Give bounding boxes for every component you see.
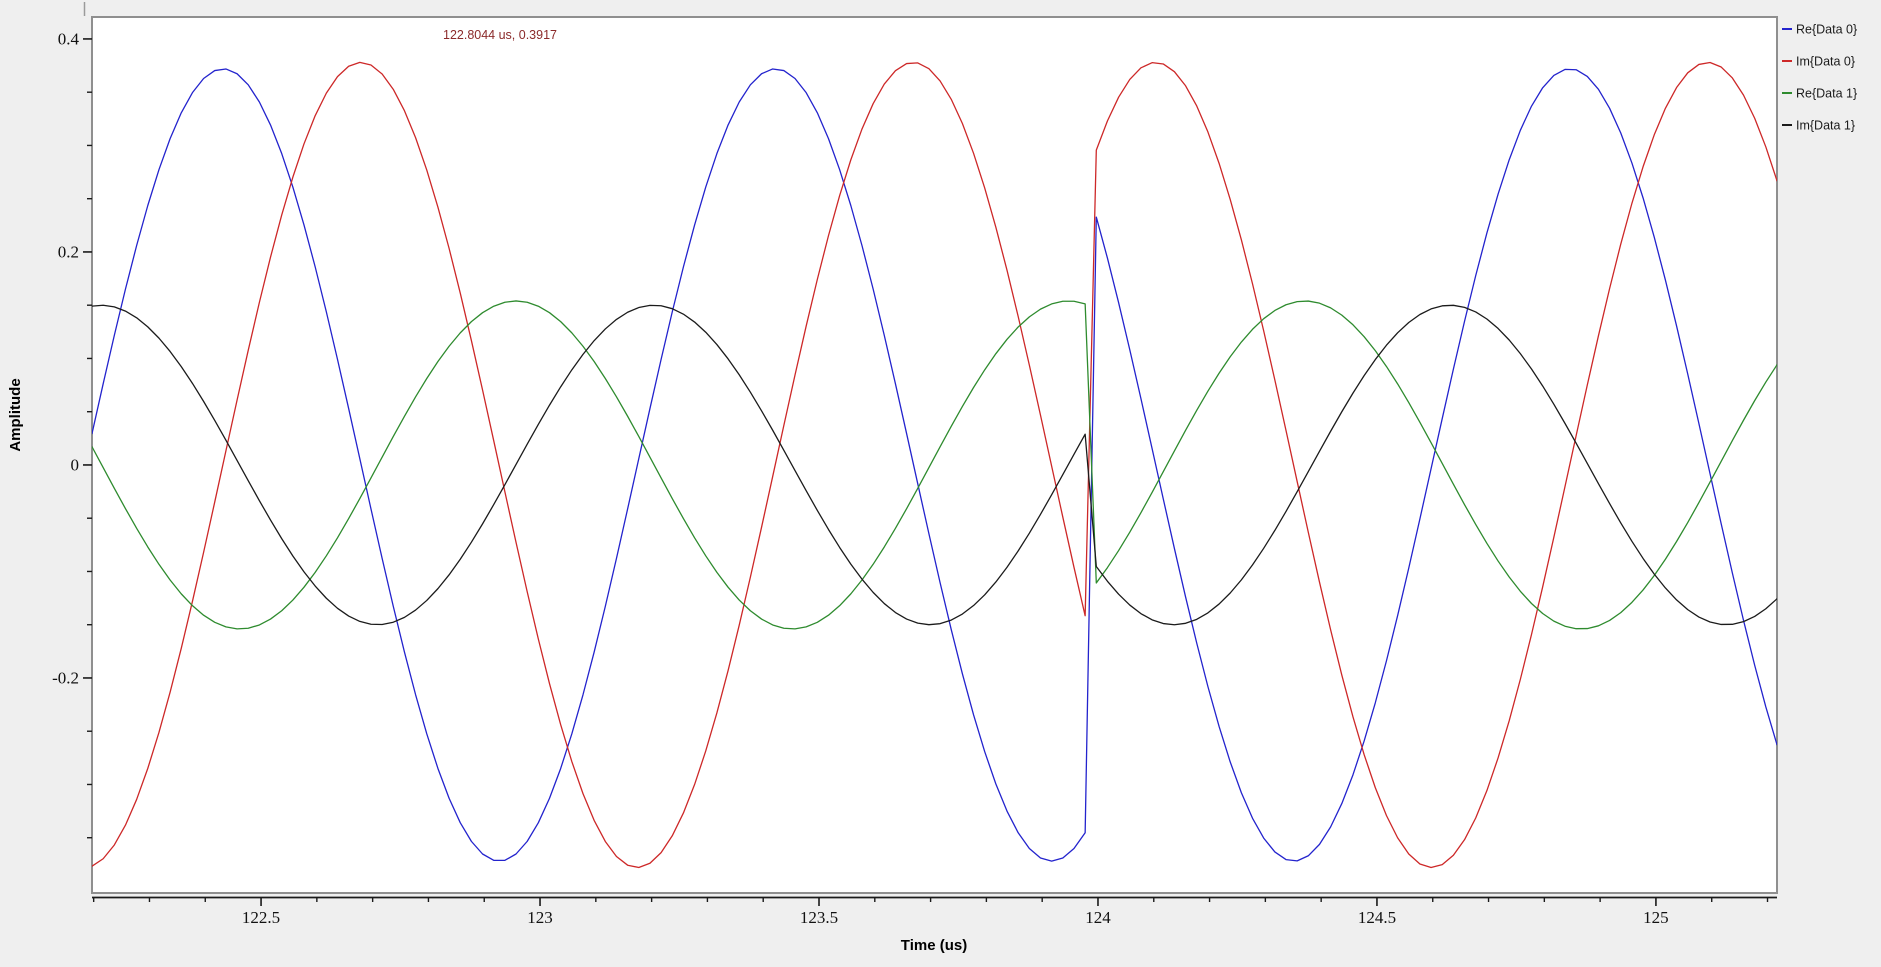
plot-canvas[interactable] — [91, 16, 1778, 894]
x-tick-label: 125 — [1643, 908, 1669, 927]
legend-item-1[interactable]: Im{Data 0} — [1782, 55, 1855, 69]
x-axis-tick-labels: 122.5 123 123.5 124 124.5 125 — [242, 908, 1669, 927]
time-sink-plot-window: 0.4 0.2 0 -0.2 122.5 123 123.5 124 124.5 125 Tim… — [0, 0, 1881, 967]
y-axis-ticks — [83, 38, 92, 839]
time-plot: 0.4 0.2 0 -0.2 122.5 123 123.5 124 124.5 125 Tim… — [7, 2, 1857, 954]
y-tick-label: 0 — [71, 455, 80, 474]
cursor-annotation: 122.8044 us, 0.3917 — [443, 28, 557, 42]
y-tick-label: 0.2 — [58, 242, 79, 261]
y-tick-label: 0.4 — [58, 29, 80, 48]
y-axis-tick-labels: 0.4 0.2 0 -0.2 — [52, 29, 79, 687]
y-axis-title: Amplitude — [7, 378, 24, 451]
legend-item-3[interactable]: Im{Data 1} — [1782, 119, 1855, 133]
legend-label: Re{Data 0} — [1796, 23, 1857, 37]
legend: Re{Data 0} Im{Data 0} Re{Data 1} Im{Data 1} — [1782, 23, 1857, 133]
x-tick-label: 124.5 — [1358, 908, 1396, 927]
x-axis-title: Time (us) — [901, 937, 967, 954]
x-tick-label: 123.5 — [800, 908, 838, 927]
legend-label: Im{Data 1} — [1796, 119, 1855, 133]
x-tick-label: 124 — [1085, 908, 1111, 927]
legend-label: Im{Data 0} — [1796, 55, 1855, 69]
x-tick-label: 122.5 — [242, 908, 280, 927]
x-tick-label: 123 — [527, 908, 553, 927]
legend-item-2[interactable]: Re{Data 1} — [1782, 87, 1857, 101]
x-axis-ticks — [92, 897, 1769, 906]
legend-item-0[interactable]: Re{Data 0} — [1782, 23, 1857, 37]
y-tick-label: -0.2 — [52, 668, 79, 687]
legend-label: Re{Data 1} — [1796, 87, 1857, 101]
